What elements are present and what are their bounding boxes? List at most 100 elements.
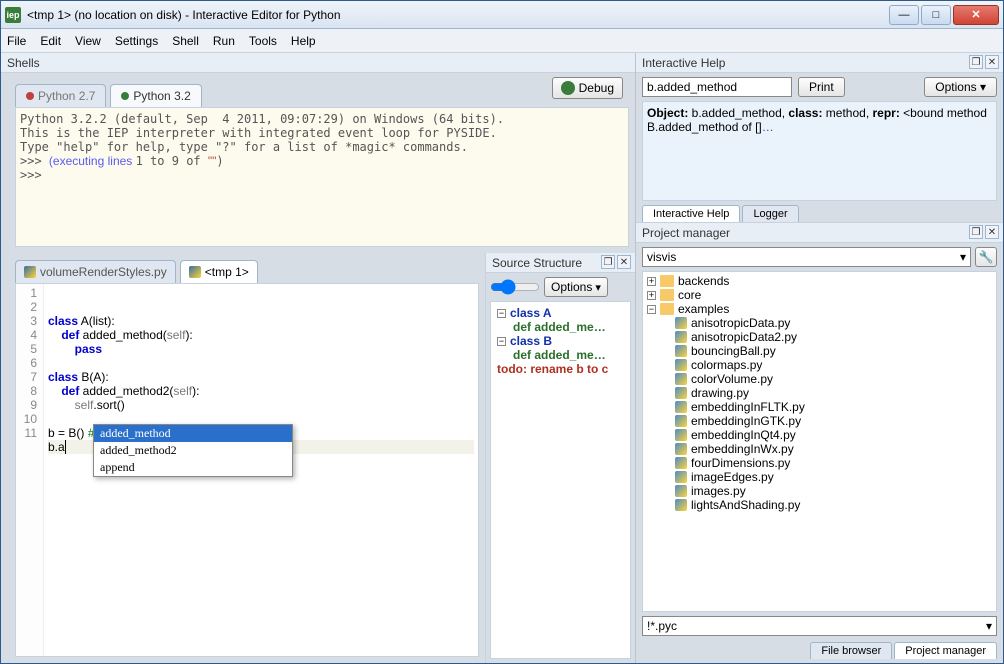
help-title: Interactive Help ❐✕: [636, 53, 1003, 73]
code-editor[interactable]: 1234567891011 class A(list): def added_m…: [15, 283, 479, 657]
file-row[interactable]: embeddingInGTK.py: [645, 414, 994, 428]
python-file-icon: [189, 266, 201, 278]
file-row[interactable]: embeddingInFLTK.py: [645, 400, 994, 414]
debug-button[interactable]: Debug: [552, 77, 623, 99]
folder-row[interactable]: −examples: [645, 302, 994, 316]
folder-icon: [660, 303, 674, 315]
dropdown-icon: ▾: [960, 250, 966, 264]
folder-row[interactable]: +core: [645, 288, 994, 302]
file-row[interactable]: anisotropicData.py: [645, 316, 994, 330]
file-row[interactable]: drawing.py: [645, 386, 994, 400]
shell-tab-python27[interactable]: Python 2.7: [15, 84, 106, 107]
code-area[interactable]: class A(list): def added_method(self): p…: [44, 284, 478, 656]
menu-settings[interactable]: Settings: [115, 34, 158, 48]
structure-item[interactable]: −class B: [495, 334, 626, 348]
help-options-button[interactable]: Options ▾: [924, 77, 997, 97]
window-title: <tmp 1> (no location on disk) - Interact…: [27, 8, 887, 22]
close-button[interactable]: ✕: [953, 5, 999, 25]
file-filter-input[interactable]: !*.pyc▾: [642, 616, 997, 636]
project-settings-button[interactable]: 🔧: [975, 247, 997, 267]
python-file-icon: [675, 331, 687, 343]
file-row[interactable]: embeddingInQt4.py: [645, 428, 994, 442]
python-file-icon: [675, 443, 687, 455]
line-gutter: 1234567891011: [16, 284, 44, 656]
completion-item[interactable]: added_method2: [94, 442, 292, 459]
file-row[interactable]: embeddingInWx.py: [645, 442, 994, 456]
structure-options-button[interactable]: Options ▾: [544, 277, 608, 297]
python-file-icon: [675, 471, 687, 483]
file-row[interactable]: fourDimensions.py: [645, 456, 994, 470]
structure-item[interactable]: todo: rename b to c: [495, 362, 626, 376]
dropdown-icon: ▾: [986, 619, 992, 633]
editor-tab-tmp[interactable]: <tmp 1>: [180, 260, 258, 283]
python-file-icon: [675, 373, 687, 385]
close-icon[interactable]: ✕: [985, 225, 999, 239]
menu-tools[interactable]: Tools: [249, 34, 277, 48]
project-manager-title: Project manager ❐✕: [636, 223, 1003, 243]
folder-icon: [660, 275, 674, 287]
python-icon: [26, 92, 34, 100]
minimize-button[interactable]: —: [889, 5, 919, 25]
structure-item[interactable]: −class A: [495, 306, 626, 320]
restore-icon[interactable]: ❐: [601, 255, 615, 269]
python-file-icon: [675, 401, 687, 413]
completion-item[interactable]: added_method: [94, 425, 292, 442]
menu-view[interactable]: View: [75, 34, 101, 48]
python-icon: [121, 92, 129, 100]
python-file-icon: [675, 345, 687, 357]
menu-help[interactable]: Help: [291, 34, 316, 48]
python-file-icon: [675, 457, 687, 469]
print-button[interactable]: Print: [798, 77, 845, 97]
python-file-icon: [675, 485, 687, 497]
maximize-button[interactable]: □: [921, 5, 951, 25]
python-file-icon: [675, 429, 687, 441]
file-row[interactable]: colormaps.py: [645, 358, 994, 372]
tab-project-manager[interactable]: Project manager: [894, 642, 997, 659]
file-row[interactable]: imageEdges.py: [645, 470, 994, 484]
editor-tabs: volumeRenderStyles.py <tmp 1>: [1, 253, 485, 283]
tab-file-browser[interactable]: File browser: [810, 642, 892, 659]
python-file-icon: [675, 415, 687, 427]
structure-slider[interactable]: [490, 279, 540, 295]
editor-tab-file[interactable]: volumeRenderStyles.py: [15, 260, 176, 283]
window-controls: — □ ✕: [887, 5, 999, 25]
close-icon[interactable]: ✕: [985, 55, 999, 69]
autocomplete-popup[interactable]: added_methodadded_method2append: [93, 424, 293, 477]
help-query-input[interactable]: [642, 77, 792, 97]
titlebar: iep <tmp 1> (no location on disk) - Inte…: [1, 1, 1003, 29]
wrench-icon: 🔧: [979, 250, 994, 264]
completion-item[interactable]: append: [94, 459, 292, 476]
structure-item[interactable]: def added_me…: [495, 320, 626, 334]
python-file-icon: [675, 359, 687, 371]
python-file-icon: [675, 499, 687, 511]
file-row[interactable]: anisotropicData2.py: [645, 330, 994, 344]
menu-shell[interactable]: Shell: [172, 34, 199, 48]
help-content: Object: b.added_method, class: method, r…: [642, 101, 997, 201]
structure-tree[interactable]: −class Adef added_me…−class Bdef added_m…: [490, 301, 631, 659]
structure-item[interactable]: def added_me…: [495, 348, 626, 362]
menubar: File Edit View Settings Shell Run Tools Help: [1, 29, 1003, 53]
file-row[interactable]: bouncingBall.py: [645, 344, 994, 358]
file-row[interactable]: colorVolume.py: [645, 372, 994, 386]
python-file-icon: [675, 387, 687, 399]
project-selector[interactable]: visvis▾: [642, 247, 971, 267]
shell-tabs: Python 2.7 Python 3.2 Debug: [1, 73, 635, 107]
bug-icon: [561, 81, 575, 95]
shell-tab-python32[interactable]: Python 3.2: [110, 84, 201, 107]
python-file-icon: [24, 266, 36, 278]
tab-logger[interactable]: Logger: [742, 205, 798, 222]
menu-run[interactable]: Run: [213, 34, 235, 48]
console-output[interactable]: Python 3.2.2 (default, Sep 4 2011, 09:07…: [15, 107, 629, 247]
file-tree[interactable]: +backends+core−examplesanisotropicData.p…: [642, 271, 997, 612]
restore-icon[interactable]: ❐: [969, 225, 983, 239]
menu-file[interactable]: File: [7, 34, 26, 48]
folder-row[interactable]: +backends: [645, 274, 994, 288]
tab-interactive-help[interactable]: Interactive Help: [642, 205, 740, 222]
help-more-link[interactable]: …: [762, 120, 774, 134]
restore-icon[interactable]: ❐: [969, 55, 983, 69]
menu-edit[interactable]: Edit: [40, 34, 61, 48]
shells-title: Shells: [1, 53, 635, 73]
file-row[interactable]: images.py: [645, 484, 994, 498]
file-row[interactable]: lightsAndShading.py: [645, 498, 994, 512]
close-icon[interactable]: ✕: [617, 255, 631, 269]
